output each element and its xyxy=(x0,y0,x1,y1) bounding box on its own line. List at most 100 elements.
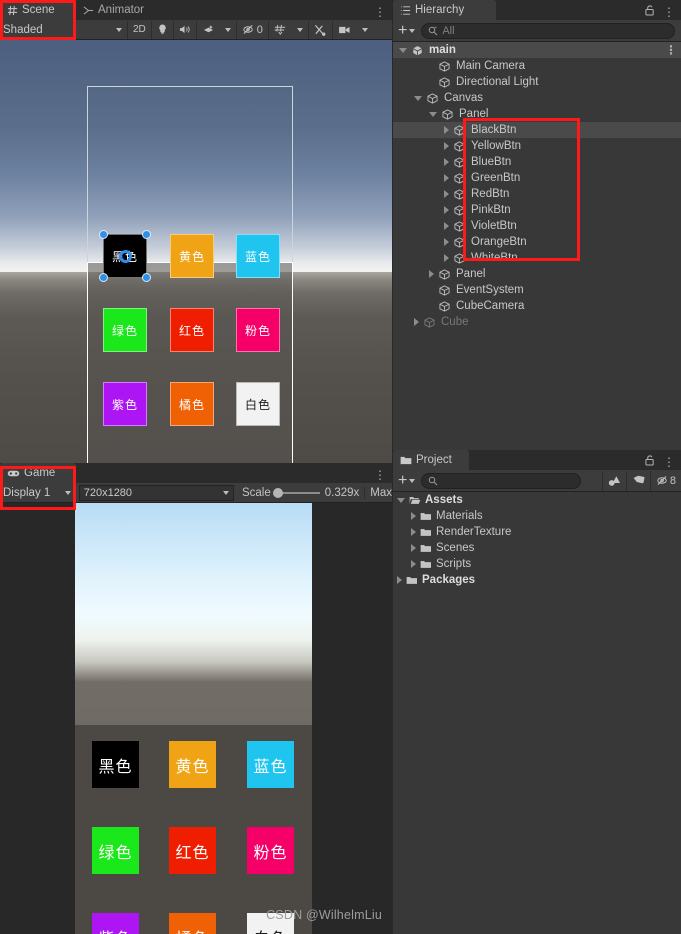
hierarchy-item-cubecamera[interactable]: CubeCamera xyxy=(393,298,681,314)
game-button-0[interactable]: 黑色 xyxy=(92,741,139,788)
hierarchy-item-main[interactable]: main ⋮ xyxy=(393,42,681,58)
effects-button[interactable] xyxy=(197,21,220,39)
project-options-kebab[interactable]: ⋮ xyxy=(663,456,675,468)
tab-project[interactable]: Project xyxy=(393,450,469,470)
chevron-right-icon[interactable] xyxy=(444,174,449,182)
game-button-1[interactable]: 黄色 xyxy=(169,741,216,788)
tab-scene[interactable]: Scene xyxy=(0,0,76,20)
effects-dropdown-caret[interactable] xyxy=(220,20,237,39)
chevron-right-icon[interactable] xyxy=(444,126,449,134)
game-button-5[interactable]: 粉色 xyxy=(247,827,294,874)
lock-open-icon[interactable] xyxy=(645,454,655,466)
scene-tools-button[interactable] xyxy=(309,20,333,39)
hierarchy-item-panel[interactable]: Panel xyxy=(393,266,681,282)
rect-transform-handle-1[interactable] xyxy=(142,230,151,239)
game-button-7[interactable]: 橘色 xyxy=(169,913,216,934)
chevron-right-icon[interactable] xyxy=(444,158,449,166)
chevron-right-icon[interactable] xyxy=(444,190,449,198)
chevron-right-icon[interactable] xyxy=(411,528,416,536)
game-button-3[interactable]: 绿色 xyxy=(92,827,139,874)
project-shapes-filter-button[interactable] xyxy=(601,470,627,491)
chevron-down-icon[interactable] xyxy=(414,95,422,101)
project-item-scripts[interactable]: Scripts xyxy=(393,556,681,572)
game-button-4[interactable]: 红色 xyxy=(169,827,216,874)
hierarchy-item-yellowbtn[interactable]: YellowBtn xyxy=(393,138,681,154)
pivot-handle[interactable] xyxy=(119,250,132,263)
hierarchy-add-button[interactable]: + xyxy=(393,22,421,38)
hierarchy-item-panel[interactable]: Panel xyxy=(393,106,681,122)
scene-button-bluebtn[interactable]: 蓝色 xyxy=(236,234,280,278)
hierarchy-item-eventsystem[interactable]: EventSystem xyxy=(393,282,681,298)
rect-transform-handle-0[interactable] xyxy=(99,230,108,239)
hierarchy-tree[interactable]: main ⋮ Main Camera Directional Light Canvas P… xyxy=(393,42,681,450)
game-options-kebab[interactable]: ⋮ xyxy=(374,469,386,481)
project-search-input[interactable] xyxy=(421,472,582,489)
hierarchy-item-cube[interactable]: Cube xyxy=(393,314,681,330)
chevron-right-icon[interactable] xyxy=(411,512,416,520)
scene-options-kebab[interactable]: ⋮ xyxy=(374,6,386,18)
project-item-packages[interactable]: Packages xyxy=(393,572,681,588)
project-visibility-button[interactable]: 8 xyxy=(651,471,681,491)
game-button-6[interactable]: 紫色 xyxy=(92,913,139,934)
scene-button-greenbtn[interactable]: 绿色 xyxy=(103,308,147,352)
hierarchy-search-input[interactable]: All xyxy=(421,22,675,39)
scene-button-redbtn[interactable]: 红色 xyxy=(170,308,214,352)
hierarchy-item-whitebtn[interactable]: WhiteBtn xyxy=(393,250,681,266)
toggle-lighting-button[interactable] xyxy=(152,20,174,39)
scene-visibility-button[interactable]: 0 xyxy=(237,20,269,39)
shading-dropdown-caret[interactable] xyxy=(76,20,128,39)
chevron-right-icon[interactable] xyxy=(411,560,416,568)
toggle-2d-button[interactable]: 2D xyxy=(128,20,152,39)
chevron-right-icon[interactable] xyxy=(444,254,449,262)
rect-transform-handle-2[interactable] xyxy=(99,273,108,282)
hierarchy-item-orangebtn[interactable]: OrangeBtn xyxy=(393,234,681,250)
resolution-dropdown[interactable]: 720x1280 xyxy=(78,484,234,501)
scale-slider[interactable] xyxy=(272,487,320,498)
scene-row-kebab[interactable]: ⋮ xyxy=(665,44,677,56)
scale-slider-group[interactable]: Scale 0.329x xyxy=(242,487,359,499)
maximize-dropdown[interactable]: Max xyxy=(364,486,392,499)
hierarchy-item-redbtn[interactable]: RedBtn xyxy=(393,186,681,202)
chevron-right-icon[interactable] xyxy=(429,270,434,278)
display-dropdown[interactable]: Display 1 xyxy=(0,487,75,499)
project-item-rendertexture[interactable]: RenderTexture xyxy=(393,524,681,540)
project-add-button[interactable]: + xyxy=(393,472,421,488)
tab-game[interactable]: Game xyxy=(0,463,76,483)
project-item-materials[interactable]: Materials xyxy=(393,508,681,524)
scene-camera-button[interactable] xyxy=(333,21,357,39)
project-item-assets[interactable]: Assets xyxy=(393,492,681,508)
scene-camera-dropdown-caret[interactable] xyxy=(357,21,373,39)
chevron-right-icon[interactable] xyxy=(444,238,449,246)
game-button-2[interactable]: 蓝色 xyxy=(247,741,294,788)
grid-snap-button[interactable] xyxy=(269,21,292,39)
scene-button-pinkbtn[interactable]: 粉色 xyxy=(236,308,280,352)
hierarchy-item-greenbtn[interactable]: GreenBtn xyxy=(393,170,681,186)
chevron-right-icon[interactable] xyxy=(414,318,419,326)
lock-open-icon[interactable] xyxy=(645,4,655,16)
chevron-right-icon[interactable] xyxy=(411,544,416,552)
hierarchy-item-bluebtn[interactable]: BlueBtn xyxy=(393,154,681,170)
chevron-right-icon[interactable] xyxy=(397,576,402,584)
hierarchy-item-main-camera[interactable]: Main Camera xyxy=(393,58,681,74)
chevron-down-icon[interactable] xyxy=(429,111,437,117)
grid-snap-dropdown-caret[interactable] xyxy=(292,20,309,39)
scene-button-orangebtn[interactable]: 橘色 xyxy=(170,382,214,426)
scale-slider-knob[interactable] xyxy=(272,487,283,498)
tab-hierarchy[interactable]: Hierarchy xyxy=(393,0,496,20)
project-tree[interactable]: Assets Materials RenderTexture Scenes Script… xyxy=(393,492,681,934)
scene-button-yellowbtn[interactable]: 黄色 xyxy=(170,234,214,278)
chevron-down-icon[interactable] xyxy=(399,47,407,53)
toggle-audio-button[interactable] xyxy=(174,20,197,39)
scene-viewport[interactable]: 黑色 黄色 蓝色 绿色 红色 粉色 紫色 橘色 白色 xyxy=(0,40,392,463)
shading-mode-dropdown[interactable]: Shaded xyxy=(0,24,76,36)
chevron-right-icon[interactable] xyxy=(444,222,449,230)
hierarchy-item-pinkbtn[interactable]: PinkBtn xyxy=(393,202,681,218)
chevron-right-icon[interactable] xyxy=(444,206,449,214)
project-tag-filter-button[interactable] xyxy=(627,470,651,491)
tab-animator[interactable]: Animator xyxy=(76,0,153,20)
hierarchy-item-canvas[interactable]: Canvas xyxy=(393,90,681,106)
chevron-down-icon[interactable] xyxy=(397,497,405,503)
scene-button-violetbtn[interactable]: 紫色 xyxy=(103,382,147,426)
hierarchy-item-directional-light[interactable]: Directional Light xyxy=(393,74,681,90)
game-viewport[interactable]: 黑色 黄色 蓝色绿色 红色 粉色紫色 橘色 白色 CSDN @WilhelmLiu xyxy=(0,503,392,934)
